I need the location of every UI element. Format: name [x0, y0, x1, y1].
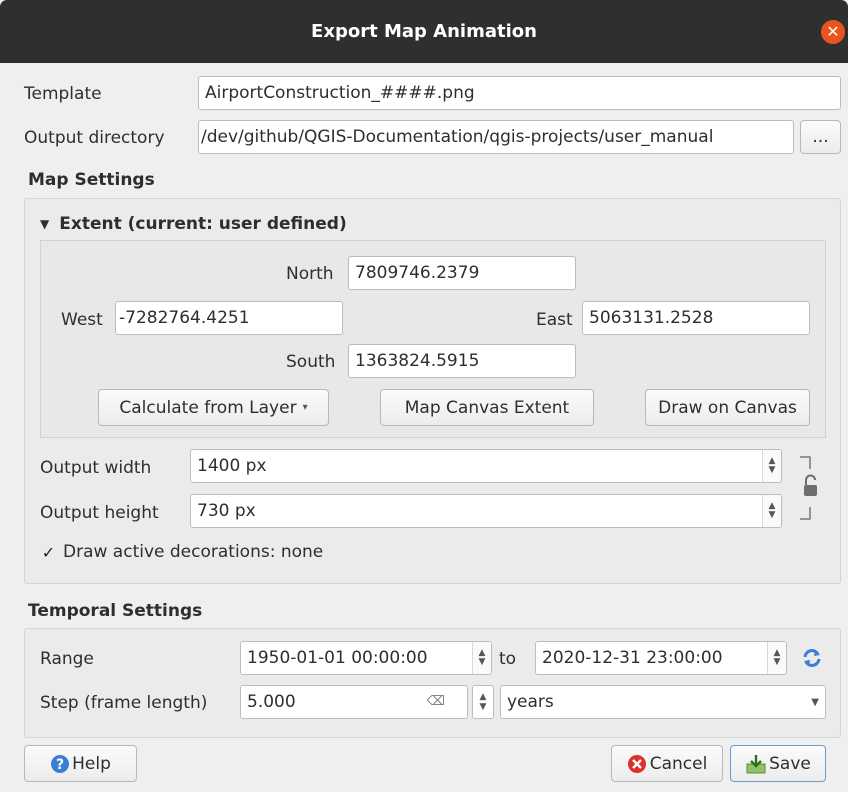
output-width-input[interactable]: 1400 px ▲ ▼: [190, 449, 782, 483]
calculate-from-layer-button[interactable]: Calculate from Layer ▾: [98, 389, 329, 426]
draw-on-canvas-button[interactable]: Draw on Canvas: [645, 389, 810, 426]
range-end-value: 2020-12-31 23:00:00: [542, 648, 723, 668]
west-label: West: [61, 310, 103, 330]
cancel-button[interactable]: Cancel: [611, 745, 723, 782]
output-directory-label: Output directory: [24, 128, 165, 148]
step-unit-value: years: [507, 692, 554, 712]
output-width-value: 1400 px: [197, 456, 267, 476]
to-label: to: [499, 649, 517, 669]
title-bar: Export Map Animation ✕: [0, 0, 848, 63]
save-button[interactable]: Save: [730, 745, 826, 782]
save-label: Save: [769, 753, 811, 774]
refresh-icon[interactable]: [800, 646, 824, 670]
help-label: Help: [72, 753, 111, 774]
output-width-spinner[interactable]: ▲ ▼: [762, 450, 781, 482]
west-input[interactable]: -7282764.4251: [115, 301, 343, 335]
south-label: South: [286, 352, 336, 372]
lock-icon: [800, 456, 817, 520]
save-icon: [746, 754, 766, 773]
step-input[interactable]: 5.000 ⌫: [240, 685, 468, 719]
help-icon: ?: [51, 754, 70, 773]
cancel-label: Cancel: [649, 753, 708, 774]
decorations-label: Draw active decorations: none: [63, 542, 324, 562]
decorations-checkbox[interactable]: ✓: [40, 544, 57, 561]
calculate-from-layer-label: Calculate from Layer: [119, 397, 297, 418]
extent-title: Extent (current: user defined): [59, 214, 347, 234]
template-label: Template: [24, 84, 102, 104]
clear-icon[interactable]: ⌫: [427, 694, 445, 709]
step-spinner[interactable]: ▲ ▼: [472, 685, 494, 719]
north-input[interactable]: 7809746.2379: [348, 256, 576, 290]
temporal-settings-title: Temporal Settings: [28, 601, 203, 621]
template-input[interactable]: AirportConstruction_####.png: [198, 76, 841, 110]
aspect-ratio-lock[interactable]: [796, 455, 818, 521]
close-icon[interactable]: ✕: [821, 20, 845, 44]
east-input[interactable]: 5063131.2528: [582, 301, 810, 335]
range-start-value: 1950-01-01 00:00:00: [247, 648, 428, 668]
range-label: Range: [40, 649, 94, 669]
map-settings-title: Map Settings: [28, 170, 155, 190]
range-end-spinner[interactable]: ▲ ▼: [767, 642, 786, 674]
browse-button[interactable]: ...: [800, 120, 841, 154]
output-height-label: Output height: [40, 503, 159, 523]
chevron-down-icon: ▼: [811, 696, 819, 708]
step-value: 5.000: [247, 692, 296, 712]
east-label: East: [536, 310, 573, 330]
window-title: Export Map Animation: [311, 21, 537, 42]
range-start-input[interactable]: 1950-01-01 00:00:00 ▲ ▼: [240, 641, 492, 675]
chevron-down-icon: ▾: [302, 402, 308, 413]
north-label: North: [286, 264, 334, 284]
extent-toggle[interactable]: ▼ Extent (current: user defined): [40, 214, 347, 234]
output-directory-input[interactable]: /dev/github/QGIS-Documentation/qgis-proj…: [198, 120, 794, 154]
cancel-icon: [627, 754, 646, 773]
south-input[interactable]: 1363824.5915: [348, 344, 576, 378]
range-end-input[interactable]: 2020-12-31 23:00:00 ▲ ▼: [535, 641, 787, 675]
output-height-value: 730 px: [197, 501, 256, 521]
svg-text:?: ?: [56, 757, 64, 773]
step-label: Step (frame length): [40, 693, 208, 713]
output-width-label: Output width: [40, 458, 152, 478]
map-canvas-extent-button[interactable]: Map Canvas Extent: [380, 389, 594, 426]
step-unit-select[interactable]: years ▼: [500, 685, 826, 719]
output-height-input[interactable]: 730 px ▲ ▼: [190, 494, 782, 528]
output-height-spinner[interactable]: ▲ ▼: [762, 495, 781, 527]
help-button[interactable]: ? Help: [24, 745, 137, 782]
decorations-checkbox-row[interactable]: ✓ Draw active decorations: none: [40, 542, 323, 562]
range-start-spinner[interactable]: ▲ ▼: [472, 642, 491, 674]
triangle-down-icon: ▼: [40, 217, 50, 231]
